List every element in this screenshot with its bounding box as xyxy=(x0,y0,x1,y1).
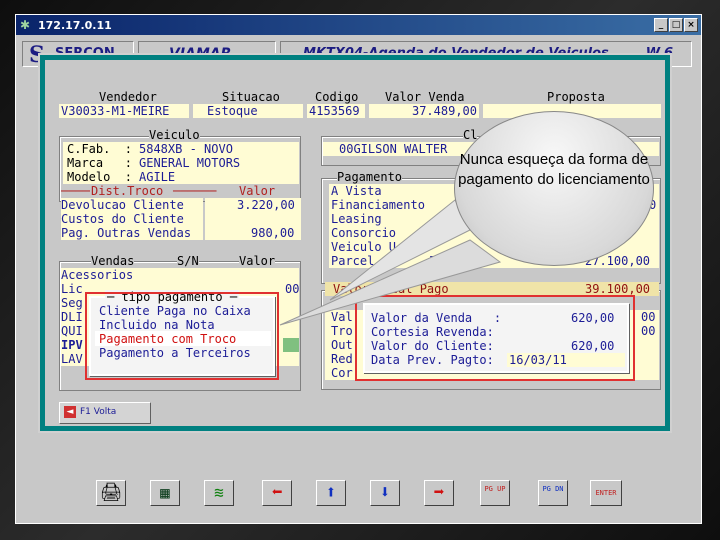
money-icon[interactable]: ≋ xyxy=(204,480,234,506)
callout-bubble: Nunca esqueça da forma de pagamento do l… xyxy=(454,111,654,266)
page-down-icon[interactable]: PG DN xyxy=(538,480,568,506)
arrow-down-icon[interactable]: ⬇ xyxy=(370,480,400,506)
enter-label: ENTER xyxy=(595,489,617,497)
callout-text: Nunca esqueça da forma de pagamento do l… xyxy=(458,151,650,188)
enter-icon[interactable]: ENTER xyxy=(590,480,622,506)
pgup-label: PG UP xyxy=(484,485,506,493)
page-up-icon[interactable]: PG UP xyxy=(480,480,510,506)
callout-pointer xyxy=(279,199,502,326)
arrow-left-icon[interactable]: ⬅ xyxy=(262,480,292,506)
printer-icon[interactable]: 🖨 xyxy=(96,480,126,506)
calculator-icon[interactable]: ▦ xyxy=(150,480,180,506)
arrow-up-icon[interactable]: ⬆ xyxy=(316,480,346,506)
arrow-right-icon[interactable]: ➡ xyxy=(424,480,454,506)
pgdn-label: PG DN xyxy=(542,485,564,493)
